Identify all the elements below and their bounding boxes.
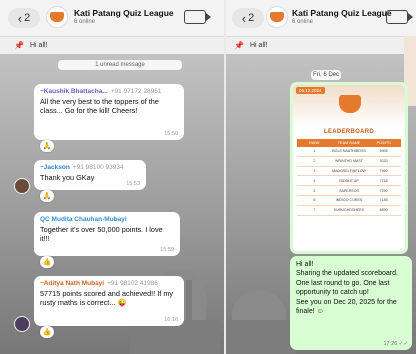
reaction-badge[interactable]: 👍 [40,256,54,268]
message-bubble[interactable]: ~Aditya Nath Mubayi +91 98102 41986 5771… [34,276,184,326]
points-cell: 7745 [379,178,388,183]
leaderboard-image[interactable]: 06.12.2024 LEADERBOARD RANK TEAM NAME PO… [293,85,405,251]
right-chat-screen: ‹ 2 Kati Patang Quiz League 6 online 📌 H… [226,0,416,354]
team-cell: SAPERSOS [339,188,359,193]
chat-header: ‹ 2 Kati Patang Quiz League 6 online [226,0,416,36]
unread-divider: 1 unread message [58,60,182,70]
points-cell: 7290 [379,188,388,193]
message-time: 15:50 [164,131,178,137]
message-bubble[interactable]: QC Mudita Chauhan-Mubayi Together it's o… [34,212,180,256]
leaderboard-header-row: RANK TEAM NAME POINTS [297,139,401,147]
team-cell: KURUGHDSHEES [333,208,365,213]
bg-building [226,320,296,354]
message-bubble[interactable]: ~Kaushik Bhattacha... +91 97172 28961 Al… [34,84,184,140]
sender-phone: +91 98102 41986 [107,280,158,287]
points-cell: 9220 [379,159,388,164]
sender-name[interactable]: QC Mudita Chauhan-Mubayi [40,216,127,223]
message-text: Thank you GKay [40,173,95,182]
message-text: Together it's over 50,000 points. I love… [40,225,163,244]
message-time: 15:53 [126,181,140,187]
team-cell: INDIGO CORES [335,198,363,203]
reaction-badge[interactable]: 🙏 [40,190,54,202]
message-text: All the very best to the toppers of the … [40,97,159,116]
poster-title: LEADERBOARD [324,129,374,135]
group-avatar[interactable] [266,6,288,28]
pinned-text: Hi all! [250,42,268,49]
pin-icon: 📌 [14,41,24,50]
outgoing-message[interactable]: Hi all! Sharing the updated scoreboard. … [290,256,412,350]
points-cell: 6890 [379,208,388,213]
team-cell: BOLE NAATHIBOSS [332,149,366,154]
forward-icon[interactable] [232,80,246,94]
chat-header: ‹ 2 Kati Patang Quiz League 6 online [0,0,224,36]
leaderboard-row: 7 KURUGHDSHEES 6890 [297,206,401,216]
rank-cell: 5 [313,188,316,193]
team-cell: RIDDLE UP [339,178,359,183]
date-chip: Fri, 6 Dec [311,70,341,80]
message-line: See you on Dec 20, 2025 for the finale! … [296,298,397,316]
message-time: 17:26 ✓✓ [383,341,408,347]
leaderboard-row: 3 MADOSELF@FLOW 7990 [297,167,401,177]
col-points: POINTS [376,141,391,145]
message-bubble[interactable]: ~Jackson +91 98100 93934 Thank you GKay … [34,160,146,190]
kite-logo-icon [50,12,64,22]
leaderboard-row: 4 RIDDLE UP 7745 [297,176,401,187]
reaction-badge[interactable]: 👍 [40,326,54,338]
pinned-message-bar[interactable]: 📌 Hi all! [0,36,224,54]
back-button[interactable]: ‹ 2 [232,8,264,28]
leaderboard-row: 6 INDIGO CORES 7185 [297,196,401,206]
col-team: TEAM NAME [337,141,361,145]
rank-cell: 1 [313,149,316,154]
sender-name[interactable]: ~Aditya Nath Mubayi [40,280,104,287]
left-chat-screen: ‹ 2 Kati Patang Quiz League 6 online 📌 H… [0,0,224,354]
leaderboard-row: 5 SAPERSOS 7290 [297,186,401,196]
poster-date: 06.12.2024 [296,87,325,94]
image-message[interactable]: 06.12.2024 LEADERBOARD RANK TEAM NAME PO… [290,82,408,254]
leaderboard-row: 1 BOLE NAATHIBOSS 9905 [297,147,401,157]
message-line: Hi all! [296,261,314,268]
kite-logo-icon [339,95,361,113]
poster-banner: 06.12.2024 [293,85,405,127]
sender-avatar[interactable] [14,316,30,332]
sender-phone: +91 98100 93934 [72,164,124,171]
rank-cell: 7 [313,208,316,213]
rank-cell: 4 [313,178,316,183]
message-time: 16:16 [164,317,178,323]
group-name[interactable]: Kati Patang Quiz League [74,8,174,18]
points-cell: 7185 [379,198,388,203]
points-cell: 9905 [379,149,388,154]
video-call-icon[interactable] [386,10,413,24]
rank-cell: 6 [313,198,316,203]
team-cell: MADOSELF@FLOW [332,168,366,173]
back-button[interactable]: ‹ 2 [8,8,40,28]
sender-avatar[interactable] [14,178,30,194]
points-cell: 7990 [379,168,388,173]
sender-phone: +91 97172 28961 [110,88,162,95]
sender-name[interactable]: ~Kaushik Bhattacha... [40,88,108,95]
rank-cell: 3 [313,168,316,173]
pin-icon: 📌 [234,41,244,50]
rank-cell: 2 [313,159,316,164]
reaction-badge[interactable]: 🙏 [40,140,54,152]
group-avatar[interactable] [46,6,68,28]
pinned-text: Hi all! [30,42,48,49]
group-name[interactable]: Kati Patang Quiz League [292,8,392,18]
group-status: 6 online [292,19,314,25]
video-call-icon[interactable] [184,10,211,24]
message-line: Sharing the updated scoreboard. [296,270,398,278]
stage: ‹ 2 Kati Patang Quiz League 6 online 📌 H… [0,0,416,354]
leaderboard-row: 2 WRINTHD MAST 9220 [297,157,401,167]
kite-logo-icon [270,12,284,22]
col-rank: RANK [309,141,320,145]
pinned-message-bar[interactable]: 📌 Hi all! [226,36,416,54]
message-line: One last round to go. One last opportuni… [296,279,390,297]
team-cell: WRINTHD MAST [335,159,363,164]
message-time: 15:59 [160,247,174,253]
message-text: 57715 points scored and achieved!! If my… [40,289,174,308]
sender-name[interactable]: ~Jackson [40,164,70,171]
group-status: 6 online [74,19,96,25]
chevron-left-icon: ‹ [17,10,23,26]
chevron-left-icon: ‹ [241,10,247,26]
leaderboard-rows: 1 BOLE NAATHIBOSS 9905 2 WRINTHD MAST 9220 3 MA… [293,147,405,216]
